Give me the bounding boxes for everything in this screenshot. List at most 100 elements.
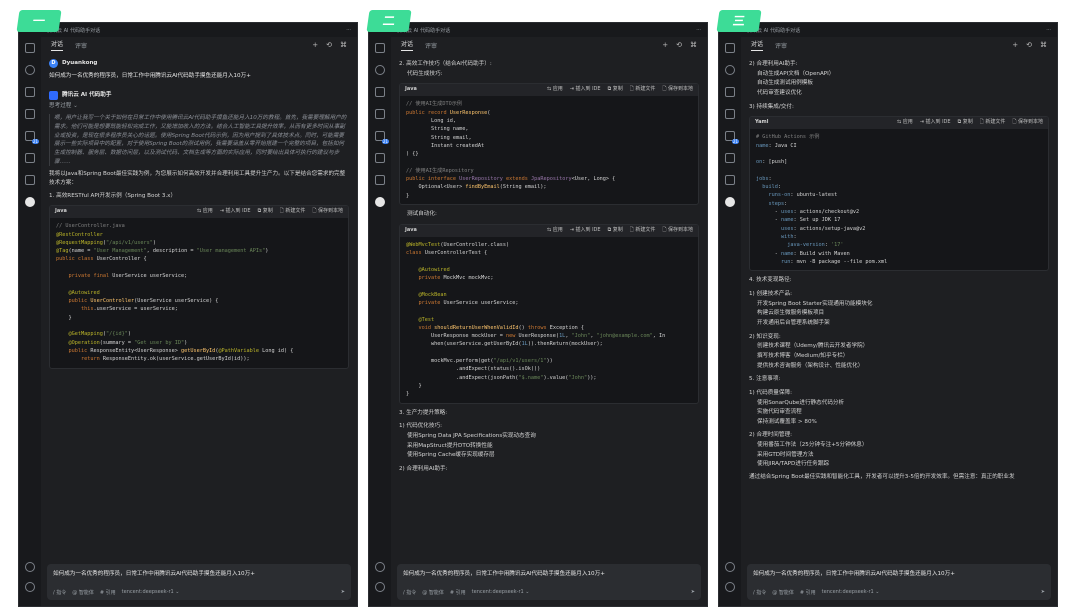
tab-chat[interactable]: 对话 [751,39,764,51]
testing-icon[interactable] [25,175,35,185]
new-chat-icon[interactable]: + [662,41,668,49]
tab-review[interactable]: 评审 [425,41,437,50]
chat-input-text[interactable]: 如何成为一名优秀的程序员，日常工作中用腾讯云AI代码助手摸鱼还能月入10万+ [53,569,345,577]
settings-icon[interactable] [725,582,735,592]
command-button[interactable]: / 指令 [53,589,66,596]
testing-icon[interactable] [375,175,385,185]
copy-button[interactable]: ⧉ 复制 [608,86,623,94]
chat-input[interactable]: 如何成为一名优秀的程序员，日常工作中用腾讯云AI代码助手摸鱼还能月入10万+ /… [747,564,1051,600]
insert-ide-button[interactable]: ⇥ 插入到 IDE [570,227,601,235]
search-icon[interactable] [725,65,735,75]
apply-button[interactable]: ⇆ 应用 [547,227,563,235]
extensions-icon[interactable]: 21 [375,131,389,144]
settings-icon[interactable] [25,582,35,592]
send-icon[interactable]: ➤ [691,589,695,596]
new-file-button[interactable]: 🗋 新建文件 [630,86,656,94]
more-icon[interactable]: ··· [346,27,351,33]
remote-icon[interactable] [375,153,385,163]
tab-review[interactable]: 评审 [75,41,87,50]
save-local-button[interactable]: 🗋 保存到本地 [1012,119,1043,127]
source-control-icon[interactable] [725,87,735,97]
insert-ide-button[interactable]: ⇥ 插入到 IDE [570,86,601,94]
testing-icon[interactable] [725,175,735,185]
new-chat-icon[interactable]: + [1012,41,1018,49]
run-debug-icon[interactable] [25,109,35,119]
source-control-icon[interactable] [375,87,385,97]
apply-button[interactable]: ⇆ 应用 [197,208,213,216]
agent-button[interactable]: @ 智能体 [422,589,444,596]
command-button[interactable]: / 指令 [403,589,416,596]
source-control-icon[interactable] [25,87,35,97]
reference-button[interactable]: # 引用 [100,589,116,596]
chat-input[interactable]: 如何成为一名优秀的程序员，日常工作中用腾讯云AI代码助手摸鱼还能月入10万+ /… [397,564,701,600]
account-icon[interactable] [375,562,385,572]
chat-input-text[interactable]: 如何成为一名优秀的程序员，日常工作中用腾讯云AI代码助手摸鱼还能月入10万+ [753,569,1045,577]
history-icon[interactable]: ⟲ [676,41,682,49]
command-button[interactable]: / 指令 [753,589,766,596]
model-select[interactable]: tencent:deepseek-r1 ⌄ [822,589,880,596]
send-icon[interactable]: ➤ [341,589,345,596]
save-local-button[interactable]: 🗋 保存到本地 [662,86,693,94]
code-block: Java ⇆ 应用 ⇥ 插入到 IDE ⧉ 复制 🗋 新建文件 🗋 保存到本地 // 使… [399,83,699,206]
run-debug-icon[interactable] [375,109,385,119]
chat-input-text[interactable]: 如何成为一名优秀的程序员，日常工作中用腾讯云AI代码助手摸鱼还能月入10万+ [403,569,695,577]
search-icon[interactable] [375,65,385,75]
chat-messages[interactable]: 2. 高效工作技巧（结合AI代码助手）: 代码生成技巧: Java ⇆ 应用 ⇥ … [399,55,699,560]
files-icon[interactable] [375,43,385,53]
remote-icon[interactable] [725,153,735,163]
copy-button[interactable]: ⧉ 复制 [958,119,973,127]
ai-assistant-icon[interactable] [25,197,35,207]
list-item: 使用Spring Cache缓存实现缓存层 [407,451,699,460]
tab-review[interactable]: 评审 [775,41,787,50]
code-content: # GitHub Actions 示例 name: Java CI on: [p… [756,134,888,265]
code-language: Java [405,226,417,233]
new-file-button[interactable]: 🗋 新建文件 [980,119,1006,127]
extensions-icon[interactable]: 21 [25,131,39,144]
more-options-icon[interactable]: ⌘ [690,41,697,49]
reference-button[interactable]: # 引用 [450,589,466,596]
settings-icon[interactable] [375,582,385,592]
search-icon[interactable] [25,65,35,75]
model-select[interactable]: tencent:deepseek-r1 ⌄ [122,589,180,596]
ai-assistant-icon[interactable] [375,197,385,207]
code-block: Java ⇆ 应用 ⇥ 插入到 IDE ⧉ 复制 🗋 新建文件 🗋 保存到本地 // U… [49,205,349,369]
apply-button[interactable]: ⇆ 应用 [897,119,913,127]
thinking-toggle[interactable]: 思考过程 ⌄ [49,102,349,111]
copy-button[interactable]: ⧉ 复制 [608,227,623,235]
ai-assistant-icon[interactable] [725,197,735,207]
account-icon[interactable] [25,562,35,572]
send-icon[interactable]: ➤ [1041,589,1045,596]
files-icon[interactable] [25,43,35,53]
more-icon[interactable]: ··· [696,27,701,33]
history-icon[interactable]: ⟲ [326,41,332,49]
files-icon[interactable] [725,43,735,53]
code-language: Yaml [755,119,769,126]
more-options-icon[interactable]: ⌘ [1040,41,1047,49]
subsection-heading: 2) 合理时间管理: [749,432,792,439]
more-icon[interactable]: ··· [1046,27,1051,33]
new-file-button[interactable]: 🗋 新建文件 [630,227,656,235]
insert-ide-button[interactable]: ⇥ 插入到 IDE [220,208,251,216]
agent-button[interactable]: @ 智能体 [772,589,794,596]
run-debug-icon[interactable] [725,109,735,119]
chat-input[interactable]: 如何成为一名优秀的程序员，日常工作中用腾讯云AI代码助手摸鱼还能月入10万+ /… [47,564,351,600]
account-icon[interactable] [725,562,735,572]
new-file-button[interactable]: 🗋 新建文件 [280,208,306,216]
remote-icon[interactable] [25,153,35,163]
tab-chat[interactable]: 对话 [401,39,414,51]
reference-button[interactable]: # 引用 [800,589,816,596]
extensions-icon[interactable]: 21 [725,131,739,144]
chat-messages[interactable]: D Dyuankong 如何成为一名优秀的程序员，日常工作中用腾讯云AI代码助手摸… [49,55,349,560]
apply-button[interactable]: ⇆ 应用 [547,86,563,94]
insert-ide-button[interactable]: ⇥ 插入到 IDE [920,119,951,127]
tab-chat[interactable]: 对话 [51,39,64,51]
chat-messages[interactable]: 2) 合理利用AI助手: 自动生成API文档（OpenAPI） 自动生成测试用例… [749,55,1049,560]
history-icon[interactable]: ⟲ [1026,41,1032,49]
new-chat-icon[interactable]: + [312,41,318,49]
more-options-icon[interactable]: ⌘ [340,41,347,49]
model-select[interactable]: tencent:deepseek-r1 ⌄ [472,589,530,596]
save-local-button[interactable]: 🗋 保存到本地 [312,208,343,216]
agent-button[interactable]: @ 智能体 [72,589,94,596]
save-local-button[interactable]: 🗋 保存到本地 [662,227,693,235]
copy-button[interactable]: ⧉ 复制 [258,208,273,216]
